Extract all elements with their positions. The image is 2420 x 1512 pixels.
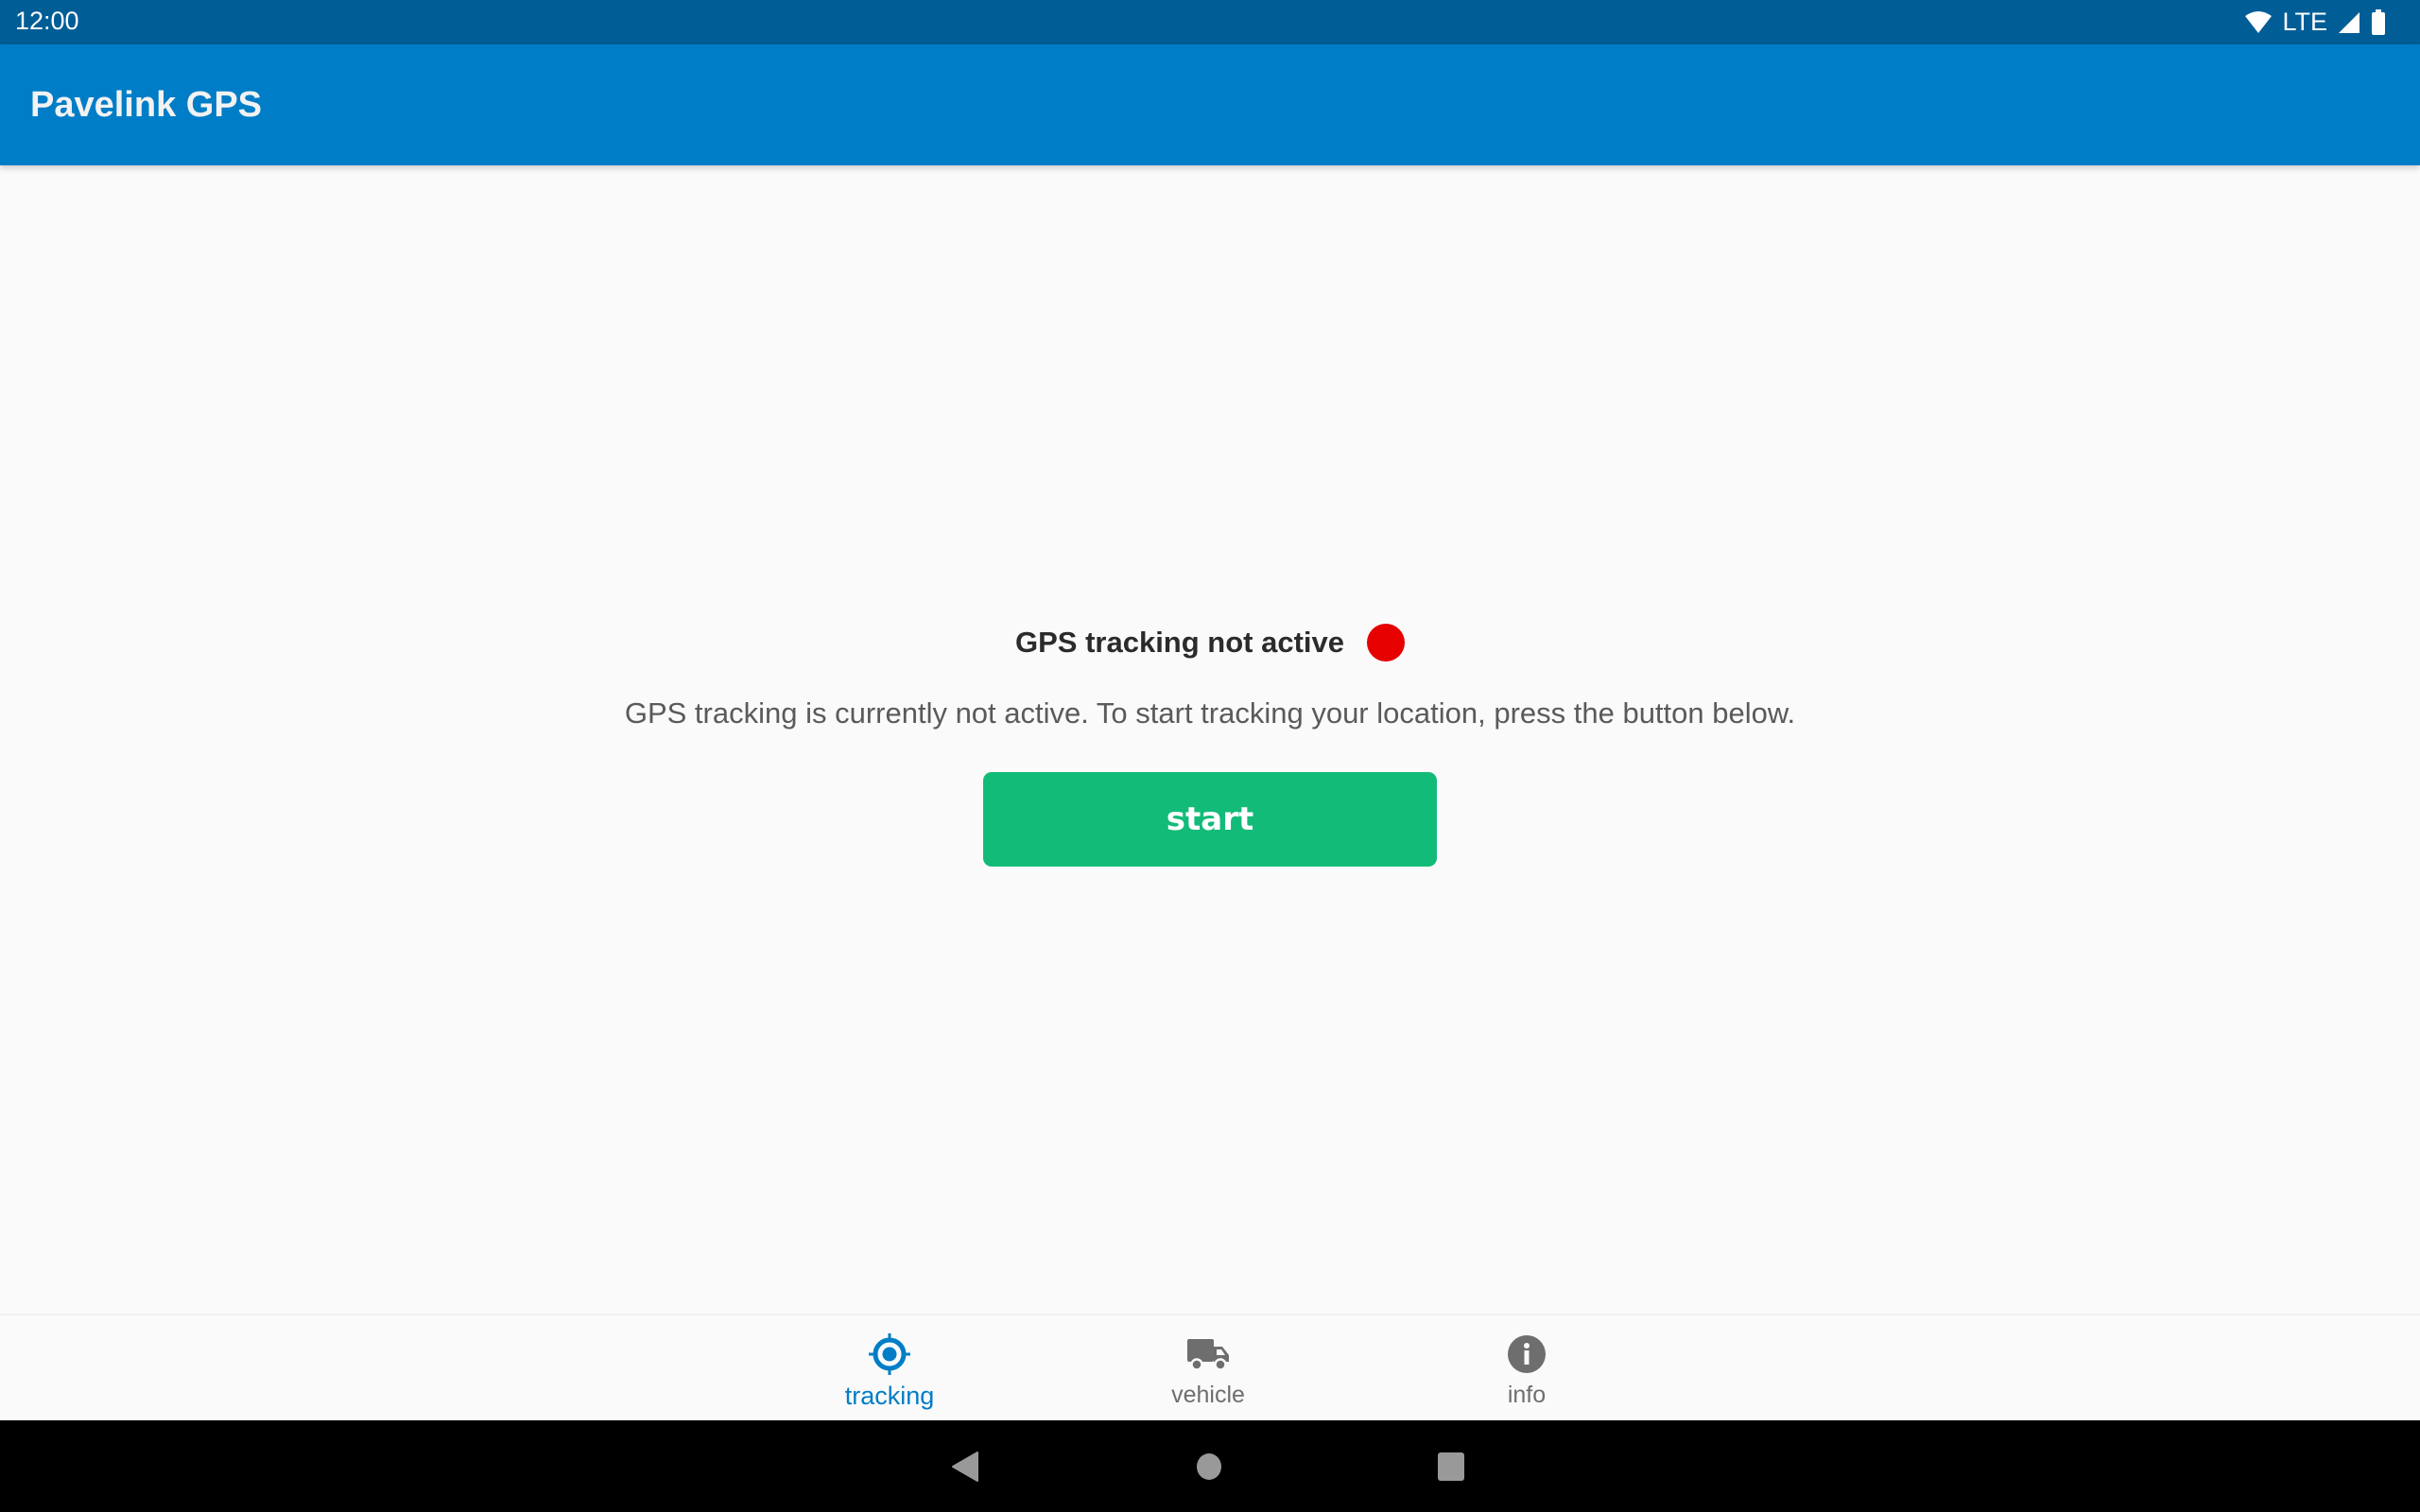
status-indicator-dot xyxy=(1367,624,1405,662)
tab-info[interactable]: info xyxy=(1432,1315,1621,1422)
back-icon[interactable] xyxy=(951,1452,979,1482)
network-type: LTE xyxy=(2282,8,2327,36)
signal-icon xyxy=(2339,11,2360,33)
tracking-status: GPS tracking not active xyxy=(0,624,2420,662)
status-title: GPS tracking not active xyxy=(1015,626,1344,659)
status-description: GPS tracking is currently not active. To… xyxy=(624,696,1796,730)
bottom-navigation: tracking vehicle info xyxy=(0,1314,2420,1420)
start-tracking-button[interactable]: start xyxy=(983,772,1437,867)
tracking-screen: GPS tracking not active GPS tracking is … xyxy=(0,165,2420,1314)
system-navigation-bar xyxy=(0,1420,2420,1512)
battery-icon xyxy=(2372,9,2385,35)
app-bar: Pavelink GPS xyxy=(0,44,2420,165)
tab-label: tracking xyxy=(844,1382,935,1410)
wifi-icon xyxy=(2245,10,2273,33)
app-title: Pavelink GPS xyxy=(30,85,263,125)
recents-icon[interactable] xyxy=(1437,1452,1465,1482)
tab-vehicle[interactable]: vehicle xyxy=(1114,1315,1303,1422)
tab-tracking[interactable]: tracking xyxy=(795,1315,984,1422)
status-icons: LTE xyxy=(2244,8,2386,37)
truck-icon xyxy=(1186,1332,1230,1376)
crosshair-icon xyxy=(868,1332,911,1376)
status-time: 12:00 xyxy=(15,7,79,35)
home-icon[interactable] xyxy=(1195,1452,1223,1482)
tab-label: vehicle xyxy=(1171,1382,1245,1408)
status-bar: 12:00 LTE xyxy=(0,0,2420,44)
tab-label: info xyxy=(1507,1382,1547,1408)
info-icon xyxy=(1505,1332,1548,1376)
